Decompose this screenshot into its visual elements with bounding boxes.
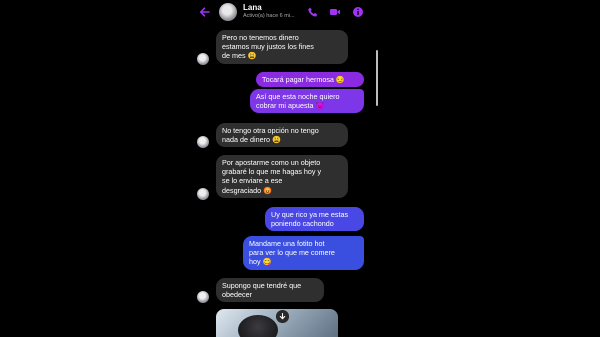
active-status: Activo(a) hace 6 mi... [243, 13, 295, 19]
arrow-left-icon[interactable] [198, 5, 212, 19]
info-icon[interactable] [352, 6, 364, 18]
message-bubble[interactable]: Por apostarme como un objeto grabaré lo … [216, 155, 348, 198]
message-bubble[interactable]: Supongo que tendré que obedecer [216, 278, 324, 303]
avatar[interactable] [219, 3, 237, 21]
chat-screen: Lana Activo(a) hace 6 mi... Pero no tene… [189, 0, 382, 337]
message-bubble[interactable]: No tengo otra opción no tengo nada de di… [216, 123, 348, 148]
photo-content [238, 315, 278, 337]
avatar [197, 188, 209, 200]
scrollbar[interactable] [376, 50, 378, 106]
message-bubble[interactable]: Mandame una fotito hot para ver lo que m… [243, 236, 364, 270]
arrow-down-icon[interactable] [276, 310, 289, 323]
chat-header: Lana Activo(a) hace 6 mi... [189, 0, 382, 26]
avatar [197, 136, 209, 148]
message-bubble[interactable]: Pero no tenemos dinero estamos muy justo… [216, 30, 348, 64]
avatar [197, 53, 209, 65]
avatar [197, 291, 209, 303]
video-camera-icon[interactable] [329, 6, 341, 18]
message-bubble[interactable]: Tocará pagar hermosa 😏 [256, 72, 364, 88]
message-bubble[interactable]: Así que esta noche quiero cobrar mi apue… [250, 89, 364, 114]
phone-icon[interactable] [307, 6, 319, 18]
contact-name[interactable]: Lana [243, 3, 262, 12]
message-bubble[interactable]: Uy que rico ya me estas poniendo cachond… [265, 207, 364, 232]
